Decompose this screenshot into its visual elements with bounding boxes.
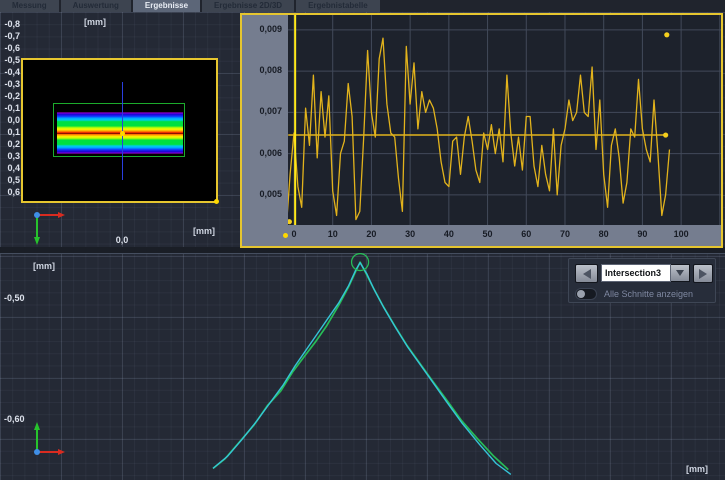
arrow-right-icon [699,269,707,279]
intersection-controls: Alle Schnitte anzeigen [568,258,716,303]
show-all-sections-label: Alle Schnitte anzeigen [604,289,693,299]
arrow-left-icon [583,269,591,279]
previous-intersection-button[interactable] [575,264,598,283]
coordinate-axes-indicator [32,421,66,457]
intensity-cursor-origin-marker [283,233,288,238]
beam-corner-marker [214,199,219,204]
tab-bar: Messung Auswertung Ergebnisse Ergebnisse… [0,0,380,12]
intersection-combobox [601,264,690,282]
beam-y-tick-label: -0,8 [2,19,20,29]
intensity-x-tick-label: 30 [400,229,420,239]
beam-y-tick-label: 0,4 [2,163,20,173]
profile-y-axis-unit-label: [mm] [33,261,55,271]
intensity-x-tick-label: 90 [632,229,652,239]
beam-y-tick-label: 0,1 [2,127,20,137]
beam-x-tick-label: 0,0 [110,235,134,245]
tab-ergebnistabelle[interactable]: Ergebnistabelle [296,0,380,12]
tab-ergebnisse[interactable]: Ergebnisse [133,0,200,12]
tab-ergebnisse-2d3d[interactable]: Ergebnisse 2D/3D [202,0,294,12]
beam-y-tick-label: -0,7 [2,31,20,41]
beam-x-axis-unit-label: [mm] [193,226,215,236]
show-all-sections-row: Alle Schnitte anzeigen [575,288,693,300]
beam-y-tick-label: 0,5 [2,175,20,185]
toggle-knob [577,290,585,298]
beam-y-tick-label: -0,1 [2,103,20,113]
intensity-y-tick-label: 0,007 [246,106,282,116]
intensity-y-tick-label: 0,008 [246,65,282,75]
intensity-chart-panel: 0,0090,0080,0070,0060,005 01020304050607… [240,13,723,248]
intensity-x-tick-label: 80 [594,229,614,239]
intensity-data-line [288,38,670,225]
intensity-x-tick-label: 40 [439,229,459,239]
beam-y-tick-label: -0,6 [2,43,20,53]
intensity-y-tick-label: 0,006 [246,148,282,158]
beam-roi-rectangle [53,103,185,157]
beam-y-tick-label: -0,3 [2,79,20,89]
intensity-x-tick-label: 100 [671,229,691,239]
tab-auswertung[interactable]: Auswertung [61,0,131,12]
intensity-x-tick-label: 20 [361,229,381,239]
beam-y-tick-label: -0,2 [2,91,20,101]
intensity-x-tick-label: 10 [323,229,343,239]
data-point-marker [288,219,292,224]
chevron-down-icon [676,270,684,276]
application-window: Messung Auswertung Ergebnisse Ergebnisse… [0,0,725,480]
beam-y-axis-unit-label: [mm] [84,17,106,27]
tab-messung[interactable]: Messung [0,0,59,12]
intensity-x-tick-label: 70 [555,229,575,239]
beam-y-tick-label: 0,3 [2,151,20,161]
data-point-marker [663,132,668,137]
beam-display-area[interactable] [21,58,218,203]
profile-chart-panel: [mm] -0,50 -0,60 [mm] [0,253,725,480]
intensity-x-axis-band: 0102030405060708090100 [242,225,721,246]
intensity-y-axis-band: 0,009 0,008 0,007 0,006 0,005 [242,15,288,225]
beam-y-tick-label: 0,0 [2,115,20,125]
profile-y-tick-label: -0,60 [4,414,32,424]
section-profile-green [213,262,508,470]
beam-view-panel: [mm] -0,8 -0,7 -0,6 -0,5 -0,4 -0,3 -0,2 -0,1 0,0… [0,12,240,248]
intensity-plot-area[interactable] [288,15,721,225]
beam-y-tick-label: -0,5 [2,55,20,65]
profile-y-tick-label: -0,50 [4,293,32,303]
intensity-y-tick-label: 0,005 [246,189,282,199]
beam-y-tick-label: 0,2 [2,139,20,149]
coordinate-axes-indicator [32,210,66,246]
intensity-chart [288,15,721,225]
beam-y-tick-label: 0,6 [2,187,20,197]
data-point-marker [664,32,669,37]
next-intersection-button[interactable] [693,264,713,283]
intensity-x-tick-label: 50 [478,229,498,239]
beam-y-tick-label: -0,4 [2,67,20,77]
show-all-sections-toggle[interactable] [575,288,597,300]
section-profile-cyan [213,263,511,475]
intersection-input[interactable] [601,264,671,282]
profile-x-axis-unit-label: [mm] [686,464,708,474]
intensity-x-tick-label: 60 [516,229,536,239]
intersection-dropdown-button[interactable] [671,264,690,282]
beam-center-marker [120,131,125,136]
intensity-y-tick-label: 0,009 [246,24,282,34]
